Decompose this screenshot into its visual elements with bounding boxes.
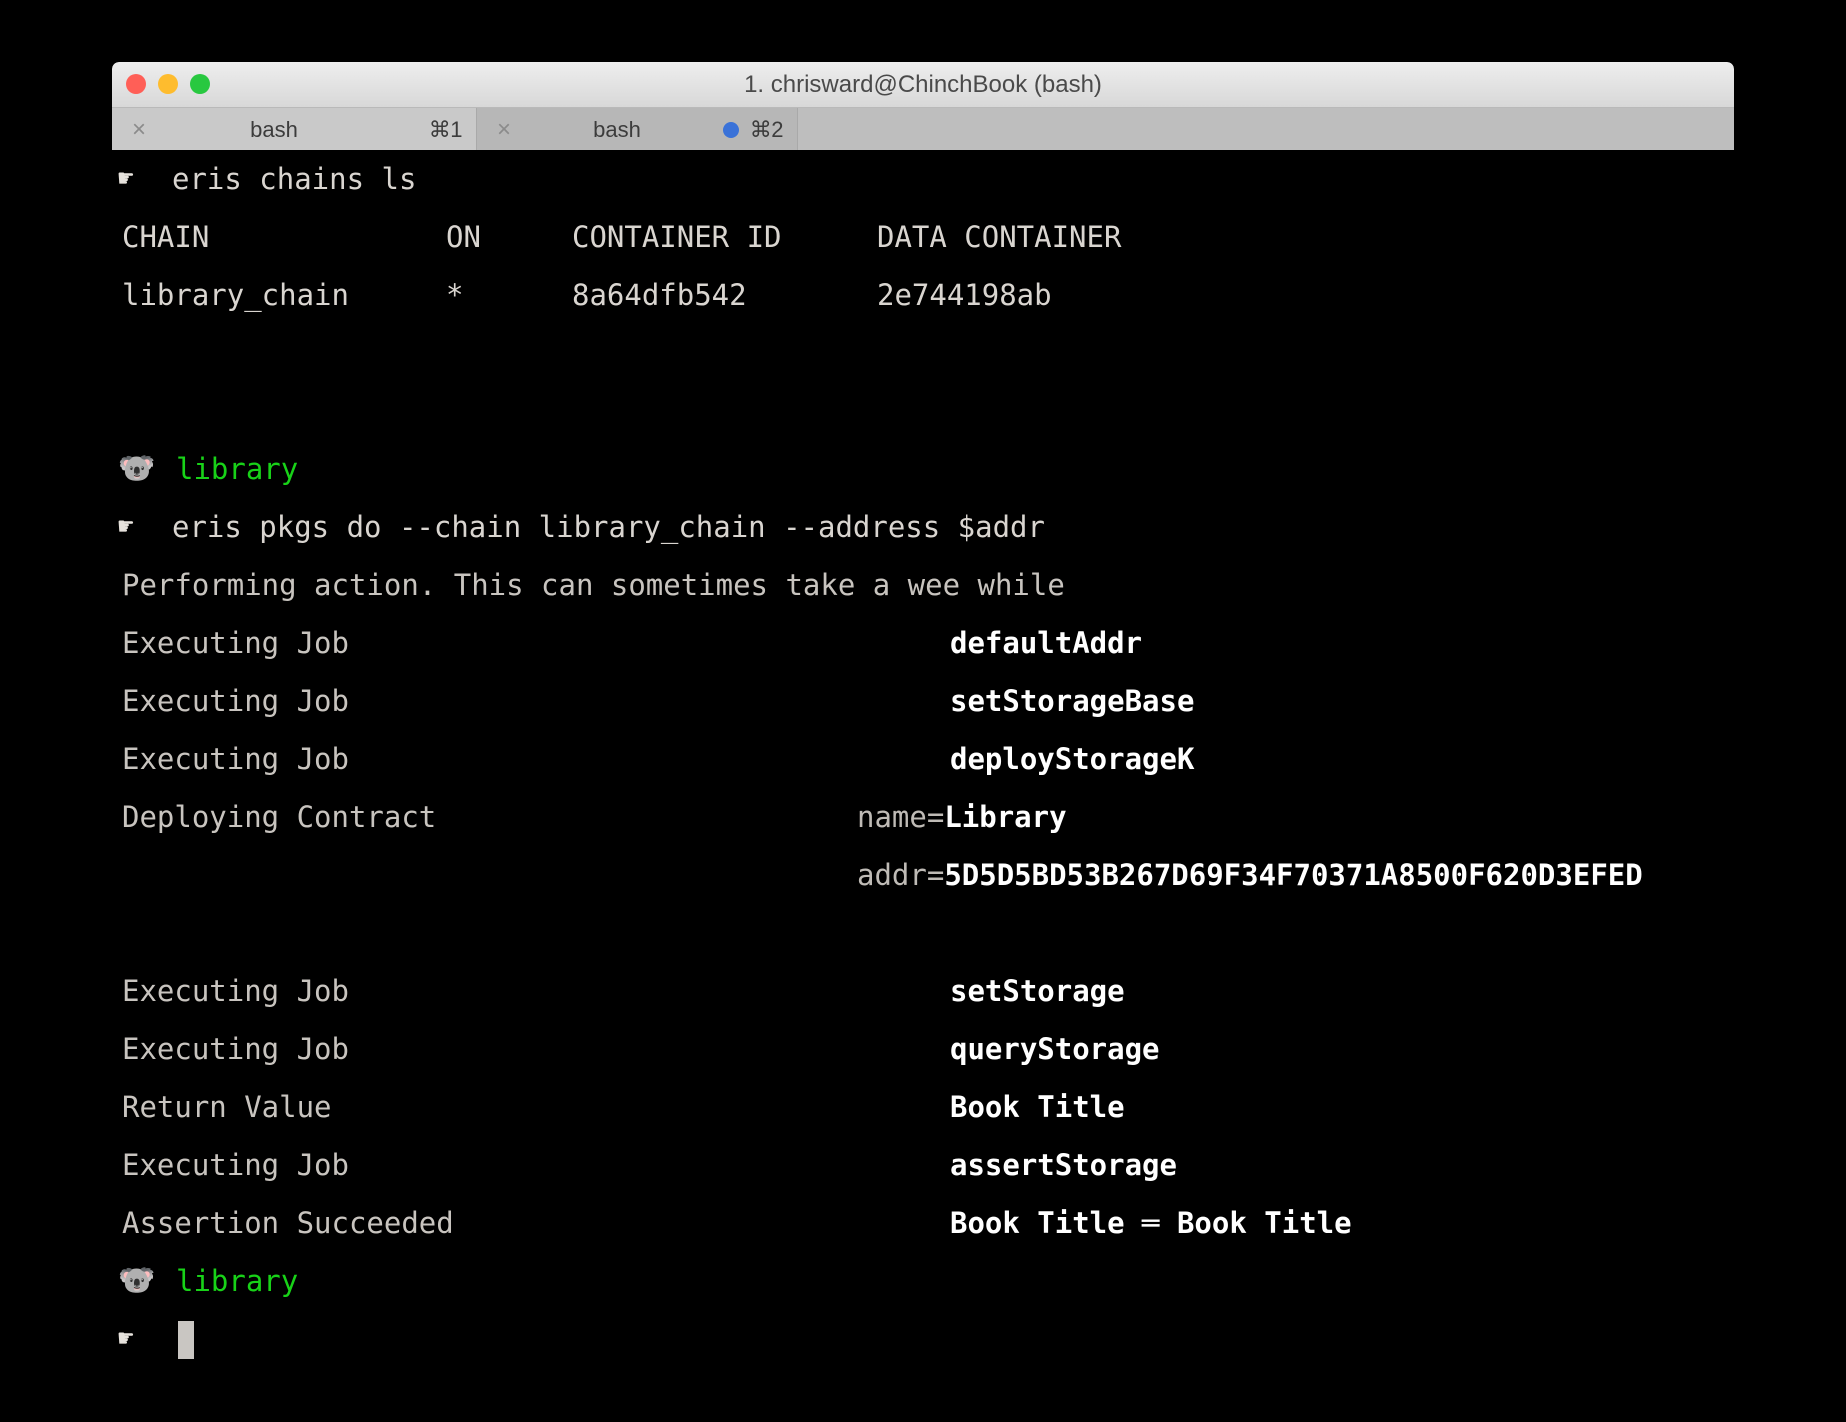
job-label: Executing Job (122, 974, 349, 1008)
prompt-label: library (176, 452, 299, 486)
prompt-hand-icon: ☛ (118, 1324, 134, 1354)
prompt-hand-icon: ☛ (118, 164, 134, 194)
job-label: Executing Job (122, 1032, 349, 1066)
cell-data-container: 2e744198ab (877, 278, 1052, 312)
job-row: Executing Job deployStorageK (0, 730, 1846, 788)
screen: 1. chrisward@ChinchBook (bash) × bash ⌘1… (0, 0, 1846, 1422)
status-message: Performing action. This can sometimes ta… (122, 568, 1065, 602)
job-label: Return Value (122, 1090, 332, 1124)
command-line-2: ☛ eris pkgs do --chain library_chain --a… (0, 498, 1846, 556)
job-value: name=Library (857, 788, 1067, 846)
text-cursor (178, 1321, 194, 1359)
chains-table-row: library_chain * 8a64dfb542 2e744198ab (0, 266, 1846, 324)
job-value-text: 5D5D5BD53B267D69F34F70371A8500F620D3EFED (944, 858, 1643, 892)
job-row: Executing Job assertStorage (0, 1136, 1846, 1194)
job-value-text: Library (944, 800, 1067, 834)
tab-bash-1[interactable]: × bash ⌘1 (112, 108, 476, 152)
close-icon[interactable]: × (493, 118, 515, 142)
shell-prompt-line-1: 🐨 library (0, 440, 1846, 498)
deploy-contract-row: Deploying Contract name=Library (0, 788, 1846, 846)
status-message-line: Performing action. This can sometimes ta… (0, 556, 1846, 614)
job-value: addr=5D5D5BD53B267D69F34F70371A8500F620D… (857, 846, 1643, 904)
activity-dot-icon (723, 122, 739, 138)
tab-label: bash (250, 117, 298, 142)
column-header-chain: CHAIN (122, 220, 210, 254)
input-prompt-line[interactable]: ☛ (0, 1310, 1846, 1368)
shell-prompt-line-2: 🐨 library (0, 1252, 1846, 1310)
job-value: Book Title ═ Book Title (950, 1206, 1352, 1240)
job-value-key: addr= (857, 858, 945, 892)
cell-container-id: 8a64dfb542 (572, 278, 747, 312)
command-text: eris pkgs do --chain library_chain --add… (172, 510, 1045, 544)
job-value-key: name= (857, 800, 945, 834)
prompt-label: library (176, 1264, 299, 1298)
job-label: Executing Job (122, 684, 349, 718)
job-value: setStorageBase (950, 684, 1195, 718)
assertion-row: Assertion Succeeded Book Title ═ Book Ti… (0, 1194, 1846, 1252)
chains-table-header: CHAIN ON CONTAINER ID DATA CONTAINER (0, 208, 1846, 266)
koala-icon: 🐨 (118, 451, 156, 486)
tab-bar: × bash ⌘1 × bash ⌘2 (112, 108, 1734, 152)
tab-shortcut: ⌘1 (428, 117, 463, 142)
job-value: setStorage (950, 974, 1125, 1008)
job-row: Executing Job setStorageBase (0, 672, 1846, 730)
deploy-contract-addr-row: addr=5D5D5BD53B267D69F34F70371A8500F620D… (0, 846, 1846, 904)
job-value: defaultAddr (950, 626, 1143, 660)
job-value: assertStorage (950, 1148, 1177, 1182)
koala-icon: 🐨 (118, 1263, 156, 1298)
tab-bar-empty-area (798, 108, 1734, 152)
prompt-hand-icon: ☛ (118, 512, 134, 542)
cell-chain: library_chain (122, 278, 349, 312)
job-row: Executing Job defaultAddr (0, 614, 1846, 672)
close-icon[interactable]: × (128, 118, 150, 142)
job-label: Executing Job (122, 626, 349, 660)
terminal-window: 1. chrisward@ChinchBook (bash) × bash ⌘1… (112, 62, 1734, 152)
job-label: Executing Job (122, 742, 349, 776)
column-header-on: ON (446, 220, 481, 254)
return-value-row: Return Value Book Title (0, 1078, 1846, 1136)
job-value: Book Title (950, 1090, 1125, 1124)
job-label: Executing Job (122, 1148, 349, 1182)
tab-shortcut: ⌘2 (749, 117, 784, 142)
column-header-container-id: CONTAINER ID (572, 220, 782, 254)
cell-on: * (446, 278, 464, 312)
command-line-1: ☛ eris chains ls (0, 150, 1846, 208)
job-label: Assertion Succeeded (122, 1206, 454, 1240)
job-value: queryStorage (950, 1032, 1160, 1066)
window-title: 1. chrisward@ChinchBook (bash) (744, 71, 1102, 98)
tab-bash-2[interactable]: × bash ⌘2 (476, 108, 798, 152)
job-label: Deploying Contract (122, 800, 437, 834)
window-titlebar[interactable]: 1. chrisward@ChinchBook (bash) (112, 62, 1734, 108)
terminal-output[interactable]: ☛ eris chains ls CHAIN ON CONTAINER ID D… (0, 150, 1846, 1422)
job-row: Executing Job setStorage (0, 962, 1846, 1020)
column-header-data-container: DATA CONTAINER (877, 220, 1122, 254)
job-value: deployStorageK (950, 742, 1195, 776)
command-text: eris chains ls (172, 162, 417, 196)
job-row: Executing Job queryStorage (0, 1020, 1846, 1078)
